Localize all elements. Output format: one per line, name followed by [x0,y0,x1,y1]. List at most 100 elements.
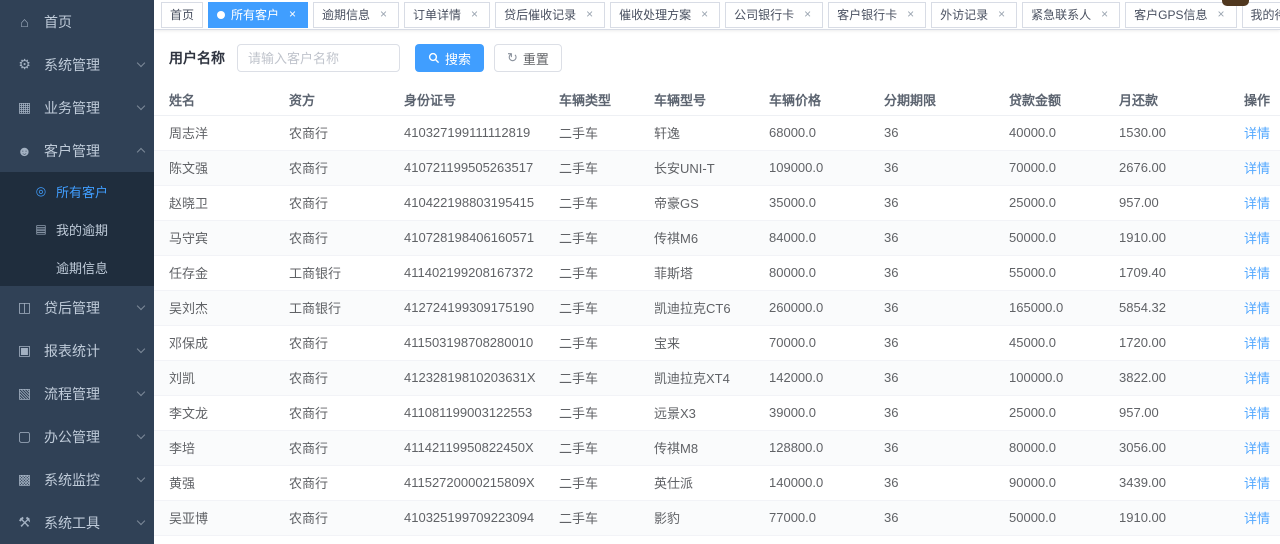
tab-1[interactable]: 首页 [161,2,203,28]
column-header: 分期期限 [869,85,994,115]
tab-label: 客户银行卡 [837,6,897,23]
tab-12[interactable]: 我的待办× [1242,2,1280,28]
detail-link[interactable]: 详情 [1244,126,1270,141]
tab-7[interactable]: 公司银行卡× [725,2,823,28]
close-icon[interactable]: × [698,8,711,21]
table-cell: 36 [869,220,994,255]
avatar[interactable] [1222,0,1249,6]
sidebar-item-overdue-info[interactable]: 逾期信息 [0,248,154,286]
table-cell: 39000.0 [754,395,869,430]
table-cell: 50000.0 [994,220,1104,255]
table-cell: 帝豪GS [639,185,754,220]
detail-link[interactable]: 详情 [1244,161,1270,176]
table-cell: 吴亚博 [154,500,274,535]
tab-8[interactable]: 客户银行卡 × [828,2,926,28]
table-cell-action: 详情 [1229,360,1280,395]
sidebar-item-office[interactable]: ▢办公管理 [0,415,154,458]
tab-5[interactable]: 贷后催收记录× [495,2,605,28]
sidebar-item-business[interactable]: ▦业务管理 [0,86,154,129]
sidebar-item-customer[interactable]: ☻客户管理 [0,129,154,172]
table-cell: 二手车 [544,220,639,255]
table-cell: 412724199309175190 [389,290,544,325]
table-cell: 957.00 [1104,185,1229,220]
sidebar-item-my-overdue[interactable]: ▤我的逾期 [0,210,154,248]
table-cell: 41142119950822450X [389,430,544,465]
table-cell: 411402199208167372 [389,255,544,290]
sidebar-item-loan[interactable]: ◫贷后管理 [0,286,154,329]
tab-4[interactable]: 订单详情× [404,2,490,28]
detail-link[interactable]: 详情 [1244,336,1270,351]
tab-9[interactable]: 外访记录 × [931,2,1017,28]
table-cell: 411081199003122553 [389,395,544,430]
column-header: 月还款 [1104,85,1229,115]
reset-button[interactable]: ↻ 重置 [494,44,562,72]
table-cell: 41232819810203631X [389,360,544,395]
sidebar-item-label: 系统监控 [44,470,100,490]
table-row: 陈文强农商行410721199505263517二手车长安UNI-T109000… [154,150,1280,185]
sidebar-item-monitor[interactable]: ▩系统监控 [0,458,154,501]
close-icon[interactable]: × [801,8,814,21]
table-row: 吴刘杰工商银行412724199309175190二手车凯迪拉克CT626000… [154,290,1280,325]
table-cell: 周志洋 [154,115,274,150]
column-header: 资方 [274,85,389,115]
close-icon[interactable]: × [1215,8,1228,21]
table-cell: 李文龙 [154,395,274,430]
table-cell: 80000.0 [994,430,1104,465]
tab-3[interactable]: 逾期信息× [313,2,399,28]
detail-link[interactable]: 详情 [1244,441,1270,456]
tab-2[interactable]: 所有客户× [208,2,308,28]
sidebar-item-system[interactable]: ⚙系统管理 [0,43,154,86]
table-cell-action: 详情 [1229,290,1280,325]
sidebar-item-home[interactable]: ⌂首页 [0,0,154,43]
table-cell: 二手车 [544,325,639,360]
tab-label: 外访记录 [940,6,988,23]
table-row: 刘凯农商行41232819810203631X二手车凯迪拉克XT4142000.… [154,360,1280,395]
table-cell: 25000.0 [994,395,1104,430]
table-cell: 黄强 [154,465,274,500]
close-icon[interactable]: × [286,8,299,21]
table-cell: 二手车 [544,395,639,430]
close-icon[interactable]: × [583,8,596,21]
detail-link[interactable]: 详情 [1244,511,1270,526]
table-cell: 68000.0 [754,535,869,544]
table-cell: 农商行 [274,220,389,255]
detail-link[interactable]: 详情 [1244,266,1270,281]
search-input[interactable] [237,44,400,72]
sidebar: ⌂首页⚙系统管理▦业务管理☻客户管理◎所有客户▤我的逾期逾期信息◫贷后管理▣报表… [0,0,154,544]
detail-link[interactable]: 详情 [1244,196,1270,211]
sidebar-item-report[interactable]: ▣报表统计 [0,329,154,372]
sidebar-item-all-customers[interactable]: ◎所有客户 [0,172,154,210]
sidebar-item-process[interactable]: ▧流程管理 [0,372,154,415]
sidebar-item-label: 我的逾期 [56,220,108,239]
table-cell: 957.00 [1104,395,1229,430]
close-icon[interactable]: × [468,8,481,21]
table-cell: 36 [869,360,994,395]
table-cell: 36 [869,150,994,185]
sidebar-item-label: 流程管理 [44,384,100,404]
chevron-down-icon [137,474,145,482]
table-cell-action: 详情 [1229,220,1280,255]
table-cell: 农商行 [274,115,389,150]
table-cell: 二手车 [544,150,639,185]
detail-link[interactable]: 详情 [1244,231,1270,246]
detail-link[interactable]: 详情 [1244,371,1270,386]
table-cell: 90000.0 [994,465,1104,500]
search-button[interactable]: 搜索 [415,44,484,72]
sidebar-item-tools[interactable]: ⚒系统工具 [0,501,154,544]
close-icon[interactable]: × [904,8,917,21]
table-cell: 二手车 [544,290,639,325]
detail-link[interactable]: 详情 [1244,476,1270,491]
search-form: 用户名称 搜索 ↻ 重置 [154,30,1280,85]
detail-link[interactable]: 详情 [1244,406,1270,421]
table-cell: 80000.0 [754,255,869,290]
close-icon[interactable]: × [377,8,390,21]
column-header: 车辆类型 [544,85,639,115]
table-cell: 45000.0 [994,325,1104,360]
close-icon[interactable]: × [1098,8,1111,21]
app-window: ⌂首页⚙系统管理▦业务管理☻客户管理◎所有客户▤我的逾期逾期信息◫贷后管理▣报表… [0,0,1280,544]
tab-10[interactable]: 紧急联系人× [1022,2,1120,28]
tab-6[interactable]: 催收处理方案× [610,2,720,28]
close-icon[interactable]: × [995,8,1008,21]
tab-11[interactable]: 客户GPS信息× [1125,2,1236,28]
detail-link[interactable]: 详情 [1244,301,1270,316]
